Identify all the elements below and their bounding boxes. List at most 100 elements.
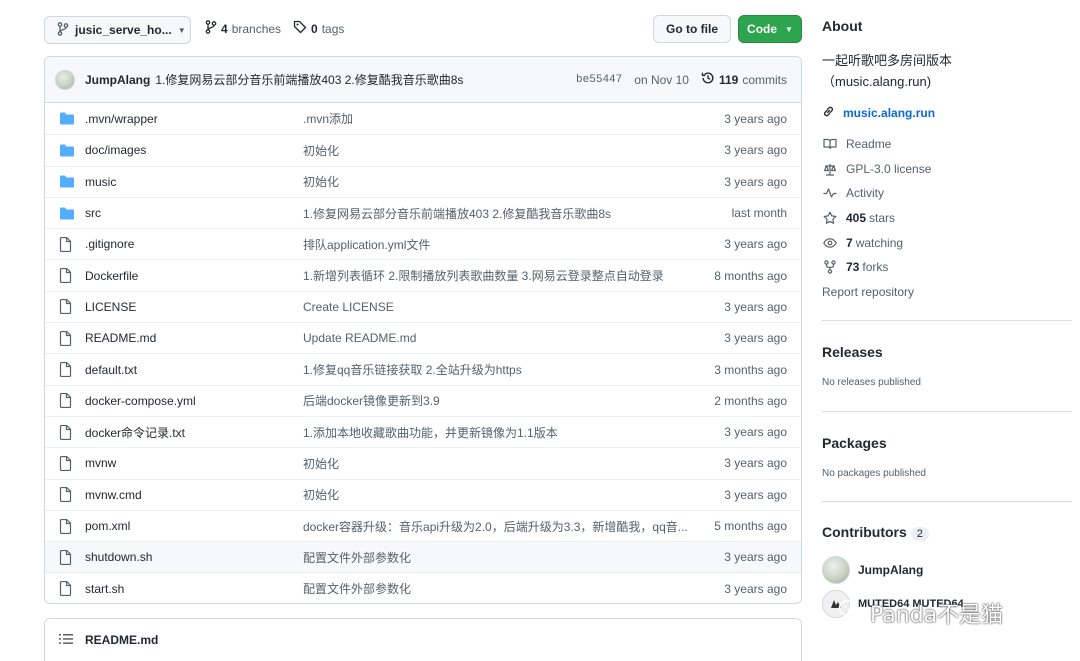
watching-count: 7	[846, 236, 853, 250]
file-commit-message[interactable]: 1.新增列表循环 2.限制播放列表歌曲数量 3.网易云登录整点自动登录	[303, 267, 703, 284]
readme-link[interactable]: Readme	[822, 137, 891, 151]
file-name[interactable]: mvnw	[85, 456, 116, 470]
file-row[interactable]: music 初始化 3 years ago	[45, 165, 801, 197]
file-name[interactable]: src	[85, 206, 101, 220]
file-commit-time: 3 years ago	[724, 456, 787, 471]
go-to-file-button[interactable]: Go to file	[653, 15, 731, 43]
readme-label: Readme	[846, 137, 892, 151]
commit-date[interactable]: on Nov 10	[634, 73, 689, 87]
file-row[interactable]: .mvn/wrapper .mvn添加 3 years ago	[45, 103, 801, 134]
forks-link[interactable]: 73 forks	[822, 260, 888, 274]
branches-link[interactable]: 4 branches	[205, 20, 281, 37]
file-commit-message[interactable]: .mvn添加	[303, 110, 703, 127]
file-name[interactable]: .gitignore	[85, 237, 134, 251]
file-name[interactable]: mvnw.cmd	[85, 488, 142, 502]
watching-link[interactable]: 7 watching	[822, 236, 903, 250]
file-commit-time: 3 years ago	[724, 174, 787, 189]
contributor-item[interactable]: JumpAlang	[822, 556, 923, 584]
file-name[interactable]: docker命令记录.txt	[85, 424, 185, 441]
divider	[822, 411, 1072, 412]
license-link[interactable]: GPL-3.0 license	[822, 162, 931, 176]
file-commit-message[interactable]: 1.添加本地收藏歌曲功能，并更新镜像为1.1版本	[303, 424, 703, 441]
stars-label: stars	[869, 211, 896, 225]
file-commit-message[interactable]: 排队application.yml文件	[303, 236, 703, 253]
file-row[interactable]: src 1.修复网易云部分音乐前端播放403 2.修复酷我音乐歌曲8s last m…	[45, 196, 801, 228]
contributors-heading[interactable]: Contributors 2	[822, 524, 929, 541]
list-icon[interactable]	[59, 633, 73, 648]
avatar[interactable]	[55, 69, 75, 90]
file-commit-message[interactable]: 初始化	[303, 173, 703, 190]
file-commit-time: 2 months ago	[714, 393, 787, 408]
history-icon	[701, 71, 715, 88]
file-row[interactable]: LICENSE Create LICENSE 3 years ago	[45, 290, 801, 322]
file-commit-message[interactable]: 配置文件外部参数化	[303, 580, 703, 597]
file-icon	[59, 424, 75, 440]
readme-title[interactable]: README.md	[85, 633, 158, 647]
code-button[interactable]: Code ▼	[738, 15, 802, 43]
commit-sha[interactable]: be55447	[576, 74, 622, 86]
file-icon	[59, 362, 75, 378]
file-row[interactable]: mvnw 初始化 3 years ago	[45, 447, 801, 478]
report-repository-link[interactable]: Report repository	[822, 285, 914, 299]
file-row[interactable]: docker-compose.yml 后端docker镜像更新到3.9 2 mont…	[45, 384, 801, 416]
file-commit-time: 5 months ago	[714, 519, 787, 533]
commit-message[interactable]: 1.修复网易云部分音乐前端播放403 2.修复酷我音乐歌曲8s	[155, 71, 463, 88]
file-name[interactable]: music	[85, 175, 116, 189]
file-row[interactable]: shutdown.sh 配置文件外部参数化 3 years ago	[45, 541, 801, 573]
star-icon	[822, 211, 838, 225]
commits-link[interactable]: 119 commits	[701, 71, 787, 88]
file-commit-message[interactable]: 初始化	[303, 486, 703, 503]
file-commit-message[interactable]: 后端docker镜像更新到3.9	[303, 392, 703, 409]
wechat-icon	[838, 599, 864, 627]
file-commit-message[interactable]: 初始化	[303, 142, 703, 159]
commit-author[interactable]: JumpAlang	[85, 73, 150, 87]
forks-count: 73	[846, 260, 860, 274]
file-name[interactable]: start.sh	[85, 582, 124, 596]
file-name[interactable]: Dockerfile	[85, 269, 138, 283]
file-row[interactable]: docker命令记录.txt 1.添加本地收藏歌曲功能，并更新镜像为1.1版本 3 …	[45, 415, 801, 447]
file-commit-message[interactable]: 配置文件外部参数化	[303, 549, 703, 566]
file-name[interactable]: pom.xml	[85, 519, 130, 533]
file-commit-message[interactable]: Create LICENSE	[303, 300, 703, 314]
file-name[interactable]: doc/images	[85, 143, 146, 157]
file-row[interactable]: default.txt 1.修复qq音乐链接获取 2.全站升级为https 3 mo…	[45, 353, 801, 384]
file-commit-time: 3 years ago	[724, 143, 787, 158]
file-row[interactable]: start.sh 配置文件外部参数化 3 years ago	[45, 572, 801, 603]
file-row[interactable]: mvnw.cmd 初始化 3 years ago	[45, 478, 801, 510]
file-browser: JumpAlang 1.修复网易云部分音乐前端播放403 2.修复酷我音乐歌曲8…	[44, 56, 802, 604]
file-name[interactable]: shutdown.sh	[85, 550, 152, 564]
branch-select-button[interactable]: jusic_serve_ho... ▼	[44, 16, 191, 44]
tag-icon	[293, 20, 307, 37]
divider	[822, 501, 1072, 502]
file-icon	[59, 581, 75, 597]
file-commit-time: 3 years ago	[724, 299, 787, 314]
file-commit-message[interactable]: 初始化	[303, 455, 703, 472]
file-commit-time: last month	[731, 206, 787, 221]
file-commit-message[interactable]: docker容器升级：音乐api升级为2.0，后端升级为3.3，新增酷我，qq音…	[303, 518, 703, 535]
stars-link[interactable]: 405 stars	[822, 211, 895, 225]
file-commit-message[interactable]: 1.修复qq音乐链接获取 2.全站升级为https	[303, 361, 703, 378]
file-name[interactable]: README.md	[85, 331, 156, 345]
file-name[interactable]: docker-compose.yml	[85, 394, 196, 408]
file-row[interactable]: .gitignore 排队application.yml文件 3 years ago	[45, 228, 801, 259]
file-commit-time: 8 months ago	[714, 268, 787, 283]
file-commit-message[interactable]: Update README.md	[303, 331, 703, 345]
code-button-label: Code	[747, 22, 778, 36]
file-row[interactable]: doc/images 初始化 3 years ago	[45, 134, 801, 165]
file-name[interactable]: .mvn/wrapper	[85, 112, 158, 126]
activity-link[interactable]: Activity	[822, 186, 884, 200]
file-name[interactable]: default.txt	[85, 363, 137, 377]
packages-heading[interactable]: Packages	[822, 435, 887, 451]
releases-heading[interactable]: Releases	[822, 344, 883, 360]
folder-icon	[59, 143, 75, 157]
file-commit-message[interactable]: 1.修复网易云部分音乐前端播放403 2.修复酷我音乐歌曲8s	[303, 205, 703, 222]
file-row[interactable]: README.md Update README.md 3 years ago	[45, 322, 801, 353]
tags-link[interactable]: 0 tags	[293, 20, 344, 37]
file-name[interactable]: LICENSE	[85, 300, 136, 314]
file-icon	[59, 455, 75, 471]
website-link[interactable]: music.alang.run	[822, 105, 935, 121]
file-row[interactable]: pom.xml docker容器升级：音乐api升级为2.0，后端升级为3.3，新…	[45, 509, 801, 541]
file-commit-time: 3 years ago	[724, 581, 787, 596]
divider	[822, 320, 1072, 321]
file-row[interactable]: Dockerfile 1.新增列表循环 2.限制播放列表歌曲数量 3.网易云登录整…	[45, 259, 801, 290]
